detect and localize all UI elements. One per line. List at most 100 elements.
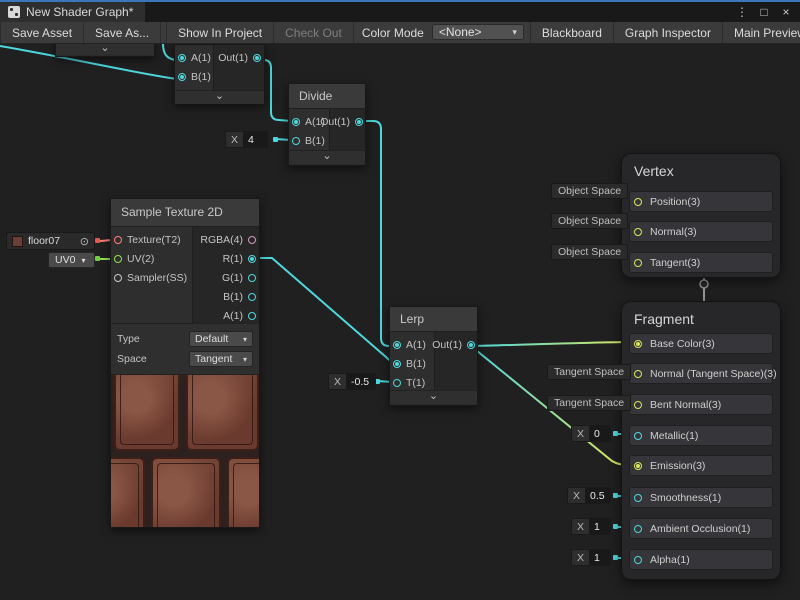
space-label: Space — [117, 353, 147, 365]
port-b[interactable] — [248, 293, 256, 301]
smoothness-value-field[interactable]: X 0.5 — [567, 487, 611, 504]
texture-asset-field[interactable]: floor07 ⊙ — [6, 232, 95, 250]
chevron-down-icon[interactable]: ⌄ — [390, 390, 477, 404]
graph-canvas[interactable]: ⌄ A(1) B(1) Out(1) ⌄ Divide A(1) B(1) — [0, 44, 800, 600]
port-a[interactable] — [248, 312, 256, 320]
alpha-value-field[interactable]: X 1 — [571, 549, 611, 566]
port-b[interactable] — [292, 137, 300, 145]
port-normal-ts[interactable] — [634, 370, 642, 378]
dot-metallic — [613, 431, 618, 436]
window-menu-icon[interactable]: ⋮ — [734, 5, 750, 19]
top-math-node[interactable]: A(1) B(1) Out(1) ⌄ — [174, 44, 265, 104]
block-title: Vertex — [622, 154, 780, 183]
divide-b-value-field[interactable]: X 4 — [225, 131, 268, 148]
position-space-pill[interactable]: Object Space — [551, 183, 628, 199]
port-position[interactable] — [634, 198, 642, 206]
port-bent-normal[interactable] — [634, 401, 642, 409]
port-tangent[interactable] — [634, 259, 642, 267]
port-texture[interactable] — [114, 236, 122, 244]
port-metallic[interactable] — [634, 432, 642, 440]
port-b[interactable] — [393, 360, 401, 368]
space-dropdown[interactable]: Tangent ▾ — [189, 351, 253, 367]
chevron-down-icon: ▾ — [81, 256, 85, 265]
port-ambient-occlusion[interactable] — [634, 525, 642, 533]
port-a[interactable] — [292, 118, 300, 126]
normal-space-pill[interactable]: Object Space — [551, 213, 628, 229]
tangent-space-pill[interactable]: Object Space — [551, 244, 628, 260]
collapsed-node[interactable]: ⌄ — [55, 44, 155, 57]
block-title: Fragment — [622, 302, 780, 331]
bent-normal-space-pill[interactable]: Tangent Space — [547, 395, 631, 411]
show-in-project-button[interactable]: Show In Project — [166, 22, 274, 43]
divide-node[interactable]: Divide A(1) B(1) Out(1) ⌄ — [288, 83, 366, 166]
dot-ao — [613, 524, 618, 529]
toolbar: Save Asset Save As... Show In Project Ch… — [0, 22, 800, 44]
port-out[interactable] — [253, 54, 261, 62]
type-dropdown[interactable]: Default ▾ — [189, 331, 253, 347]
color-mode-dropdown[interactable]: <None> ▾ — [432, 24, 524, 40]
dot-smoothness — [613, 493, 618, 498]
port-r[interactable] — [248, 255, 256, 263]
wire-lerp-to-basecolor[interactable] — [471, 342, 634, 346]
chevron-down-icon[interactable]: ⌄ — [175, 90, 264, 104]
node-title: Sample Texture 2D — [111, 199, 259, 227]
sample-texture-2d-node[interactable]: Sample Texture 2D Texture(T2) UV(2) Samp… — [110, 198, 260, 528]
texture-thumbnail — [12, 236, 23, 247]
port-uv[interactable] — [114, 255, 122, 263]
object-picker-icon[interactable]: ⊙ — [80, 235, 89, 248]
dot-divide-b — [273, 137, 278, 142]
port-a[interactable] — [178, 54, 186, 62]
port-t[interactable] — [393, 379, 401, 387]
window-controls: ⋮ □ × — [734, 2, 800, 22]
blackboard-toggle-button[interactable]: Blackboard — [530, 22, 614, 43]
dot-texture — [95, 238, 100, 243]
dot-uv — [95, 256, 100, 261]
node-controls: Type Default ▾ Space Tangent ▾ — [111, 323, 259, 374]
shader-graph-icon — [8, 6, 20, 18]
block-link-icon — [700, 280, 708, 288]
port-out[interactable] — [467, 341, 475, 349]
maximize-icon[interactable]: □ — [756, 5, 772, 19]
shader-graph-window: New Shader Graph* ⋮ □ × Save Asset Save … — [0, 0, 800, 600]
check-out-button: Check Out — [274, 22, 354, 43]
port-g[interactable] — [248, 274, 256, 282]
node-title: Lerp — [390, 307, 477, 332]
save-as-button[interactable]: Save As... — [84, 22, 161, 43]
node-title: Divide — [289, 84, 365, 109]
dot-alpha — [613, 555, 618, 560]
tab-bar: New Shader Graph* ⋮ □ × — [0, 2, 800, 22]
color-mode-label: Color Mode — [354, 22, 432, 43]
lerp-node[interactable]: Lerp A(1) B(1) T(1) Out(1) ⌄ — [389, 306, 478, 406]
uv-channel-dropdown[interactable]: UV0 ▾ — [48, 252, 95, 268]
port-b[interactable] — [178, 73, 186, 81]
chevron-down-icon[interactable]: ⌄ — [289, 150, 365, 164]
port-a[interactable] — [393, 341, 401, 349]
close-icon[interactable]: × — [778, 5, 794, 19]
chevron-down-icon: ▾ — [512, 27, 517, 38]
frag-normal-space-pill[interactable]: Tangent Space — [547, 364, 631, 380]
port-rgba[interactable] — [248, 236, 256, 244]
color-mode-value: <None> — [439, 25, 482, 39]
port-smoothness[interactable] — [634, 494, 642, 502]
tab-title: New Shader Graph* — [26, 5, 133, 19]
texture-preview — [111, 374, 259, 527]
port-out[interactable] — [355, 118, 363, 126]
fragment-block[interactable]: Fragment Base Color(3) Normal (Tangent S… — [621, 301, 781, 580]
port-normal[interactable] — [634, 228, 642, 236]
lerp-t-value-field[interactable]: X -0.5 — [328, 373, 376, 390]
tab-new-shader-graph[interactable]: New Shader Graph* — [0, 2, 145, 22]
vertex-block[interactable]: Vertex Position(3) Normal(3) Tangent(3) — [621, 153, 781, 278]
wire-r-to-lerp-b[interactable] — [253, 258, 395, 364]
graph-inspector-toggle-button[interactable]: Graph Inspector — [614, 22, 723, 43]
metallic-value-field[interactable]: X 0 — [571, 425, 611, 442]
chevron-down-icon[interactable]: ⌄ — [56, 44, 154, 55]
chevron-down-icon: ▾ — [243, 335, 247, 344]
port-alpha[interactable] — [634, 556, 642, 564]
chevron-down-icon: ▾ — [243, 355, 247, 364]
save-asset-button[interactable]: Save Asset — [0, 22, 84, 43]
port-emission[interactable] — [634, 462, 642, 470]
ambient-occlusion-value-field[interactable]: X 1 — [571, 518, 611, 535]
port-sampler[interactable] — [114, 274, 122, 282]
port-base-color[interactable] — [634, 340, 642, 348]
main-preview-toggle-button[interactable]: Main Preview — [723, 22, 800, 43]
